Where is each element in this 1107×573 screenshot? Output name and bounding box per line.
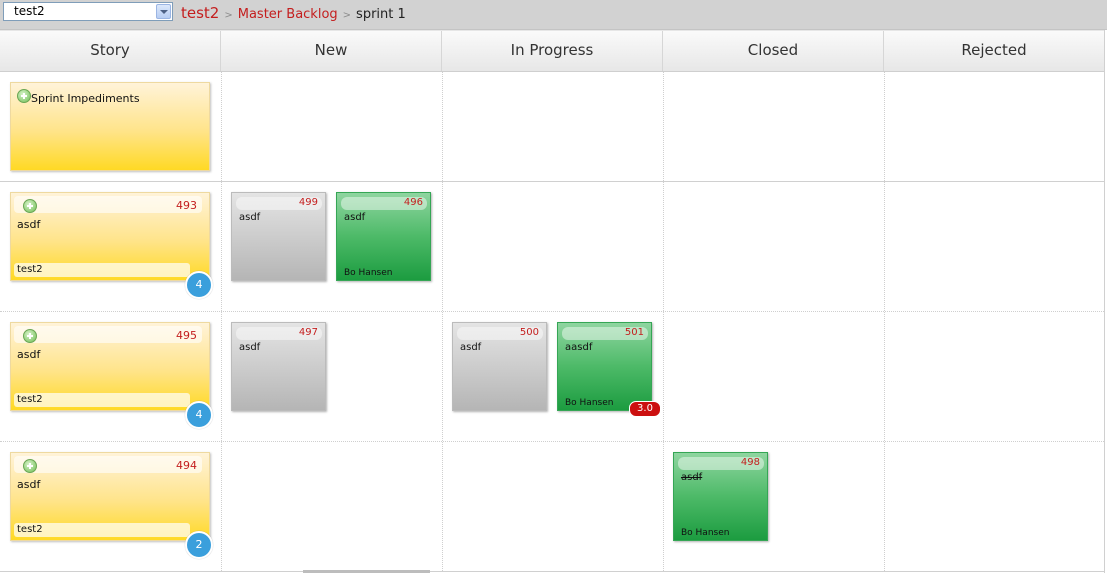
project-select-value: test2 [14, 4, 45, 18]
task-card[interactable]: 500 asdf [452, 322, 547, 411]
chevron-down-icon[interactable] [156, 4, 171, 19]
column-header-closed: Closed [663, 31, 884, 71]
story-id[interactable]: 493 [176, 199, 197, 212]
story-header [14, 456, 202, 473]
column-header-new: New [221, 31, 442, 71]
task-title: asdf [239, 212, 261, 223]
story-header [14, 326, 202, 343]
task-id[interactable]: 501 [625, 327, 644, 338]
task-owner: Bo Hansen [565, 398, 614, 408]
story-owner: test2 [17, 264, 43, 275]
project-select[interactable]: test2 [3, 2, 173, 21]
task-owner: Bo Hansen [344, 268, 393, 278]
task-id[interactable]: 497 [299, 327, 318, 338]
story-title: asdf [17, 218, 41, 231]
column-divider [663, 71, 664, 571]
row-divider [0, 311, 1104, 312]
board-bottom-border [0, 571, 1104, 572]
task-title: aasdf [565, 342, 593, 353]
story-card-sprint-impediments[interactable]: Sprint Impediments [10, 82, 210, 171]
column-header-story: Story [0, 31, 221, 71]
story-card[interactable]: 494 asdf test2 2 [10, 452, 213, 559]
add-task-plus-icon[interactable] [23, 199, 37, 213]
story-owner: test2 [17, 524, 43, 535]
add-task-plus-icon[interactable] [23, 459, 37, 473]
task-id[interactable]: 500 [520, 327, 539, 338]
task-id[interactable]: 499 [299, 197, 318, 208]
row-divider [0, 181, 1104, 182]
board-right-border [1104, 30, 1105, 573]
add-task-plus-icon[interactable] [17, 89, 31, 103]
remaining-hours-badge: 3.0 [629, 401, 661, 417]
story-title: Sprint Impediments [31, 92, 140, 105]
breadcrumb-project-link[interactable]: test2 [181, 4, 219, 22]
column-header-in-progress: In Progress [442, 31, 663, 71]
breadcrumb-backlog-link[interactable]: Master Backlog [238, 7, 338, 22]
task-card[interactable]: 498 asdf Bo Hansen [673, 452, 768, 541]
story-id[interactable]: 495 [176, 329, 197, 342]
story-header [14, 196, 202, 213]
add-task-plus-icon[interactable] [23, 329, 37, 343]
column-header-rejected: Rejected [961, 41, 1027, 59]
story-title: asdf [17, 478, 41, 491]
breadcrumb-current-sprint: sprint 1 [356, 7, 406, 22]
task-count-badge: 2 [185, 531, 213, 559]
column-divider [884, 71, 885, 571]
task-count-badge: 4 [185, 271, 213, 299]
task-title: asdf [681, 472, 703, 483]
task-title: asdf [344, 212, 366, 223]
breadcrumb: test2 > Master Backlog > sprint 1 [181, 3, 406, 22]
task-card[interactable]: 497 asdf [231, 322, 326, 411]
column-divider [442, 71, 443, 571]
row-divider [0, 441, 1104, 442]
taskboard-header: Story New In Progress Closed Rejected [0, 30, 1104, 72]
top-toolbar: test2 test2 > Master Backlog > sprint 1 [0, 0, 1107, 30]
task-card[interactable]: 496 asdf Bo Hansen [336, 192, 431, 281]
task-card[interactable]: 499 asdf [231, 192, 326, 281]
story-id[interactable]: 494 [176, 459, 197, 472]
task-id[interactable]: 496 [404, 197, 423, 208]
task-id[interactable]: 498 [741, 457, 760, 468]
task-title: asdf [239, 342, 261, 353]
breadcrumb-separator: > [224, 10, 233, 21]
task-owner: Bo Hansen [681, 528, 730, 538]
story-card[interactable]: 493 asdf test2 4 [10, 192, 213, 299]
task-card[interactable]: 501 aasdf Bo Hansen 3.0 [557, 322, 661, 417]
story-title: asdf [17, 348, 41, 361]
column-divider [221, 71, 222, 571]
story-card[interactable]: 495 asdf test2 4 [10, 322, 213, 429]
task-title: asdf [460, 342, 482, 353]
story-owner: test2 [17, 394, 43, 405]
breadcrumb-separator: > [342, 10, 352, 21]
task-count-badge: 4 [185, 401, 213, 429]
